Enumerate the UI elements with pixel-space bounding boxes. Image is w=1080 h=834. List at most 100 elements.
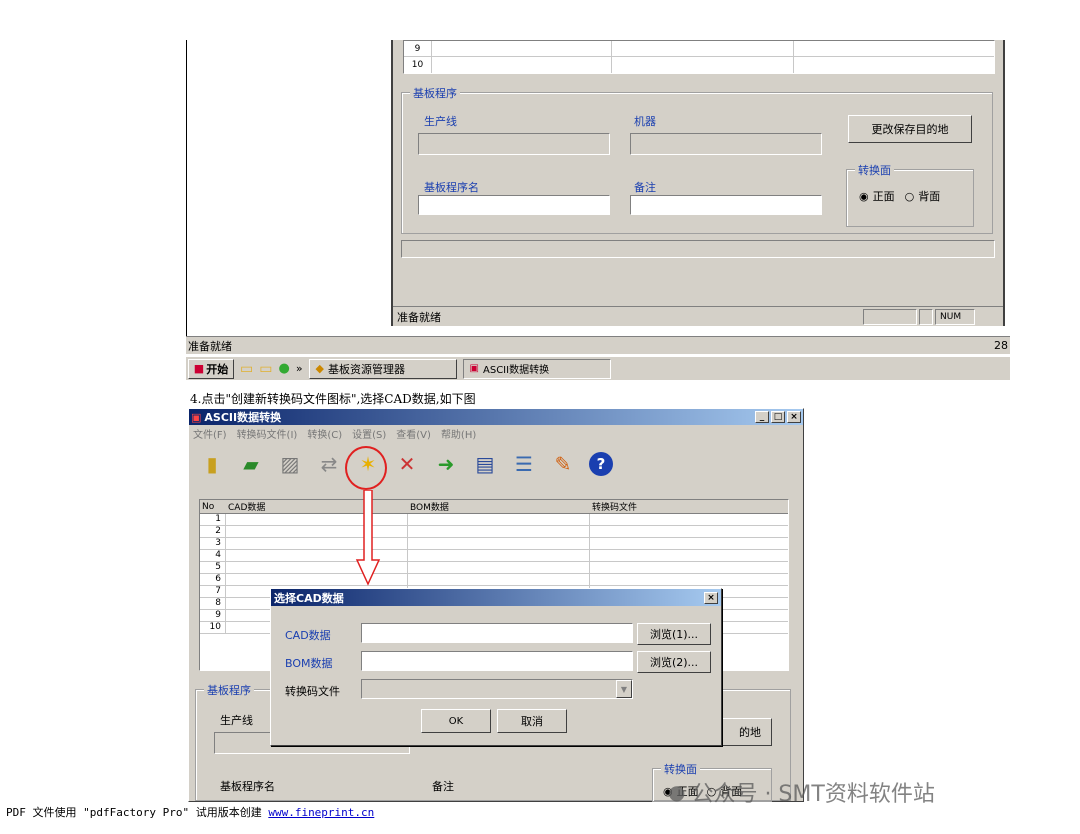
menu-settings[interactable]: 设置(S) bbox=[352, 426, 386, 441]
column-header-bom: BOM数据 bbox=[410, 503, 449, 513]
pdf-footer: PDF 文件使用 "pdfFactory Pro" 试用版本创建 www.fin… bbox=[6, 804, 374, 820]
table-row-number: 10 bbox=[404, 57, 432, 73]
title-bar: ▣ ASCII数据转换 _ □ × bbox=[189, 409, 803, 425]
column-header-no: No bbox=[202, 501, 215, 512]
cad-data-input[interactable] bbox=[361, 623, 633, 643]
maximize-button[interactable]: □ bbox=[771, 411, 785, 423]
ok-button[interactable]: OK bbox=[421, 709, 491, 733]
desktop-status-right: 28 bbox=[994, 339, 1008, 352]
desktop-status-bar: 准备就绪 28 bbox=[186, 336, 1010, 354]
browse-bom-button[interactable]: 浏览(2)... bbox=[637, 651, 711, 673]
book-icon[interactable]: ▤ bbox=[472, 451, 498, 477]
radio-front-label: 正面 bbox=[872, 190, 895, 203]
production-line-label: 生产线 bbox=[424, 115, 457, 128]
table-row[interactable]: 3 bbox=[200, 538, 788, 550]
column-header-convert: 转换码文件 bbox=[592, 503, 638, 513]
progress-bar bbox=[401, 240, 995, 258]
production-line-label: 生产线 bbox=[220, 714, 253, 727]
status-text: 准备就绪 bbox=[397, 310, 441, 324]
convert-file-select[interactable]: ▼ bbox=[361, 679, 633, 699]
num-indicator: NUM bbox=[935, 308, 975, 325]
menu-help[interactable]: 帮助(H) bbox=[441, 426, 476, 441]
ascii-app-icon: ▣ bbox=[469, 363, 479, 374]
delete-file-icon[interactable]: ✕ bbox=[394, 451, 420, 477]
remark-input[interactable] bbox=[630, 195, 822, 215]
table-row[interactable]: 5 bbox=[200, 562, 788, 574]
desktop-status-text: 准备就绪 bbox=[188, 339, 232, 353]
program-groupbox: 基板程序 生产线 机器 基板程序名 备注 更改保存目的地 转换面 ◉ 正面 ○ 背面 bbox=[401, 85, 993, 234]
radio-back-label: 背面 bbox=[918, 190, 941, 203]
cancel-button[interactable]: 取消 bbox=[497, 709, 567, 733]
open-folder-icon[interactable]: ▮ bbox=[199, 451, 225, 477]
toolbar: ▮ ▰ ▨ ⇄ ✶ ✕ ➜ ▤ ☰ ✎ ? bbox=[189, 441, 803, 487]
bom-data-input[interactable] bbox=[361, 651, 633, 671]
dialog-title: 选择CAD数据 bbox=[274, 591, 344, 605]
bom-data-label: BOM数据 bbox=[285, 657, 333, 670]
production-line-field[interactable] bbox=[418, 133, 610, 155]
window-title: ASCII数据转换 bbox=[204, 411, 282, 424]
task-ascii-convert[interactable]: ▣ ASCII数据转换 bbox=[462, 358, 611, 379]
board-manager-icon: ◆ bbox=[315, 362, 325, 375]
remark-label: 备注 bbox=[432, 780, 454, 793]
group-title: 基板程序 bbox=[410, 85, 460, 101]
cad-data-label: CAD数据 bbox=[285, 629, 331, 642]
task-resource-manager[interactable]: ◆ 基板资源管理器 bbox=[308, 358, 457, 379]
program-name-label: 基板程序名 bbox=[220, 780, 275, 793]
menu-convert[interactable]: 转换(C) bbox=[307, 426, 342, 441]
chevron-down-icon[interactable]: ▼ bbox=[616, 680, 632, 698]
app-quicklaunch-icon[interactable]: ● bbox=[278, 361, 289, 376]
folder-icon[interactable]: ▭ bbox=[259, 361, 272, 377]
table-row[interactable]: 2 bbox=[200, 526, 788, 538]
taskbar: ■ 开始 ▭ ▭ ● » ◆ 基板资源管理器 ▣ ASCII数据转换 bbox=[186, 356, 1010, 380]
change-destination-button[interactable]: 更改保存目的地 bbox=[848, 115, 972, 143]
windows-logo-icon: ■ bbox=[193, 362, 205, 375]
app-icon: ▣ bbox=[191, 410, 202, 424]
program-name-label: 基板程序名 bbox=[424, 181, 479, 194]
minimize-button[interactable]: _ bbox=[755, 411, 769, 423]
program-name-input[interactable] bbox=[418, 195, 610, 215]
table-row[interactable]: 4 bbox=[200, 550, 788, 562]
quicklaunch-chevron[interactable]: » bbox=[296, 362, 303, 375]
footer-link[interactable]: www.fineprint.cn bbox=[268, 806, 374, 819]
folder-icon[interactable]: ▭ bbox=[240, 361, 253, 377]
list-icon[interactable]: ☰ bbox=[511, 451, 537, 477]
table-row[interactable]: 6 bbox=[200, 574, 788, 586]
dialog-title-bar: 选择CAD数据 × bbox=[271, 589, 721, 606]
left-divider-line bbox=[186, 40, 187, 340]
menu-convert-file[interactable]: 转换码文件(I) bbox=[237, 426, 298, 441]
watermark: ● 公众号 · SMT资料软件站 bbox=[668, 776, 935, 808]
radio-back[interactable]: ○ bbox=[905, 190, 915, 203]
footer-text: PDF 文件使用 "pdfFactory Pro" 试用版本创建 bbox=[6, 806, 269, 819]
dialog-close-button[interactable]: × bbox=[704, 591, 718, 604]
radio-front[interactable]: ◉ bbox=[859, 190, 869, 203]
start-label: 开始 bbox=[206, 362, 229, 376]
remark-label: 备注 bbox=[634, 181, 656, 194]
wechat-icon: ● bbox=[668, 780, 686, 804]
highlight-circle bbox=[345, 446, 387, 490]
edit-note-icon[interactable]: ▨ bbox=[277, 451, 303, 477]
machine-field[interactable] bbox=[630, 133, 822, 155]
browse-cad-button[interactable]: 浏览(1)... bbox=[637, 623, 711, 645]
start-button[interactable]: ■ 开始 bbox=[188, 358, 234, 379]
close-button[interactable]: × bbox=[787, 411, 801, 423]
select-cad-dialog: 选择CAD数据 × CAD数据 浏览(1)... BOM数据 浏览(2)... … bbox=[270, 588, 722, 746]
message-icon[interactable]: ▰ bbox=[238, 451, 264, 477]
task-label: ASCII数据转换 bbox=[483, 365, 550, 376]
settings-icon[interactable]: ✎ bbox=[550, 451, 576, 477]
menu-view[interactable]: 查看(V) bbox=[396, 426, 431, 441]
convert-file-label: 转换码文件 bbox=[285, 685, 340, 698]
help-icon[interactable]: ? bbox=[589, 452, 613, 476]
refresh-icon[interactable]: ⇄ bbox=[316, 451, 342, 477]
convert-side-title: 转换面 bbox=[661, 761, 700, 777]
menu-file[interactable]: 文件(F) bbox=[193, 426, 227, 441]
table-row-number: 9 bbox=[404, 41, 432, 56]
watermark-text: 公众号 · SMT资料软件站 bbox=[691, 782, 935, 807]
export-icon[interactable]: ➜ bbox=[433, 451, 459, 477]
pointer-arrow-icon bbox=[355, 490, 381, 586]
machine-label: 机器 bbox=[634, 115, 656, 128]
top-app-window: 9 10 基板程序 生产线 机器 基板程序名 备注 更改保存目的地 转换面 ◉ 正… bbox=[391, 40, 1005, 326]
table-row[interactable]: 1 bbox=[200, 514, 788, 526]
top-grid: 9 10 bbox=[403, 40, 995, 74]
group-title: 基板程序 bbox=[204, 682, 254, 698]
convert-side-title: 转换面 bbox=[855, 162, 894, 178]
